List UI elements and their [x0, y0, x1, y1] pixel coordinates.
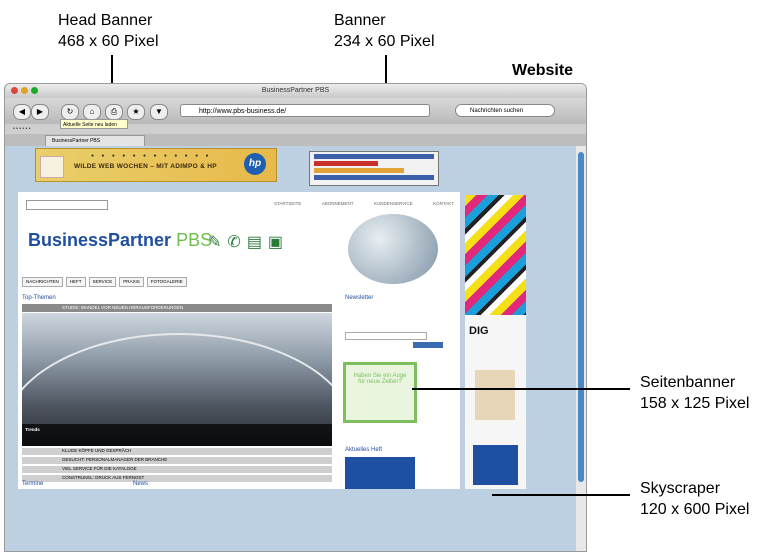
skyscraper-name: Skyscraper	[640, 480, 721, 497]
banner-size: 234 x 60 Pixel	[334, 33, 435, 50]
back-icon[interactable]: ◀	[13, 104, 31, 120]
skyscraper-callout: Skyscraper 120 x 600 Pixel	[640, 478, 749, 520]
seitenbanner-callout: Seitenbanner 158 x 125 Pixel	[640, 372, 749, 414]
reload-icon[interactable]: ↻	[61, 104, 79, 120]
banner-callout: Banner 234 x 60 Pixel	[334, 10, 435, 52]
bookmark-icon[interactable]: ★	[127, 104, 145, 120]
seitenbanner-leader-line	[412, 388, 630, 390]
minimize-window-icon[interactable]	[21, 87, 28, 94]
address-bar[interactable]: http://www.pbs-business.de/	[180, 104, 430, 117]
search-input[interactable]: Nachrichten suchen	[455, 104, 555, 117]
head-banner-callout: Head Banner 468 x 60 Pixel	[58, 10, 159, 52]
browser-toolbar: ◀ ▶ ↻ ⌂ ⎙ ★ ▼ http://www.pbs-business.de…	[5, 98, 586, 129]
head-banner-size: 468 x 60 Pixel	[58, 33, 159, 50]
home-icon[interactable]: ⌂	[83, 104, 101, 120]
feed-icon[interactable]: ▼	[150, 104, 168, 120]
zoom-window-icon[interactable]	[31, 87, 38, 94]
close-window-icon[interactable]	[11, 87, 18, 94]
tab-businesspartner[interactable]: BusinessPartner PBS	[45, 135, 145, 146]
head-banner-name: Head Banner	[58, 12, 153, 29]
seitenbanner-name: Seitenbanner	[640, 374, 736, 391]
window-title: BusinessPartner PBS	[261, 87, 330, 94]
tab-bar: BusinessPartner PBS	[5, 134, 586, 146]
seitenbanner-size: 158 x 125 Pixel	[640, 395, 750, 412]
skyscraper-size: 120 x 600 Pixel	[640, 501, 750, 518]
forward-icon[interactable]: ▶	[31, 104, 49, 120]
browser-window: BusinessPartner PBS ◀ ▶ ↻ ⌂ ⎙ ★ ▼ http:/…	[4, 83, 587, 552]
banner-name: Banner	[334, 12, 386, 29]
reload-tooltip: Aktuelle Seite neu laden	[60, 119, 128, 129]
skyscraper-leader-line	[492, 494, 630, 496]
print-icon[interactable]: ⎙	[105, 104, 123, 120]
website-label: Website	[512, 62, 574, 79]
window-titlebar: BusinessPartner PBS	[5, 84, 586, 98]
